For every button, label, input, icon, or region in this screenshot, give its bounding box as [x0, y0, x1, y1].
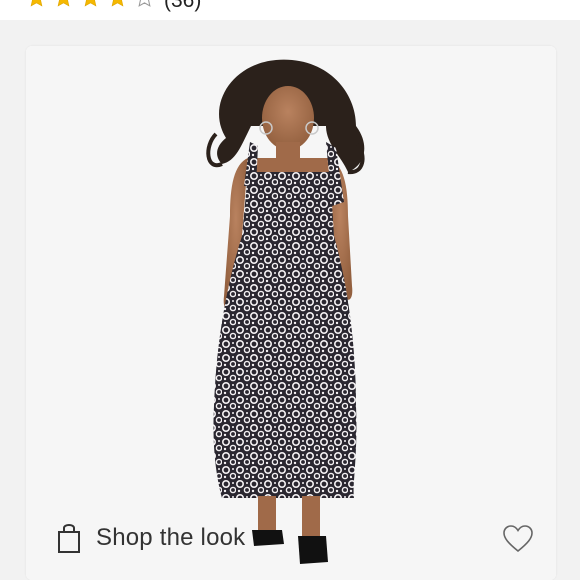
star-filled-icon	[84, 0, 97, 7]
rating-strip: (36)	[0, 0, 580, 20]
review-count[interactable]: (36)	[164, 0, 201, 11]
star-filled-icon	[30, 0, 43, 7]
shop-the-look-label: Shop the look	[96, 524, 246, 551]
star-rating	[26, 0, 155, 9]
shopping-bag-icon	[58, 524, 80, 553]
star-filled-icon	[57, 0, 70, 7]
heart-outline-icon	[503, 525, 533, 553]
star-filled-icon	[111, 0, 124, 7]
product-card[interactable]: Shop the look	[26, 46, 556, 580]
favorite-button[interactable]	[502, 524, 534, 554]
star-empty-icon	[138, 0, 151, 7]
product-photo	[206, 59, 365, 564]
shop-the-look-button[interactable]: Shop the look	[56, 522, 245, 554]
